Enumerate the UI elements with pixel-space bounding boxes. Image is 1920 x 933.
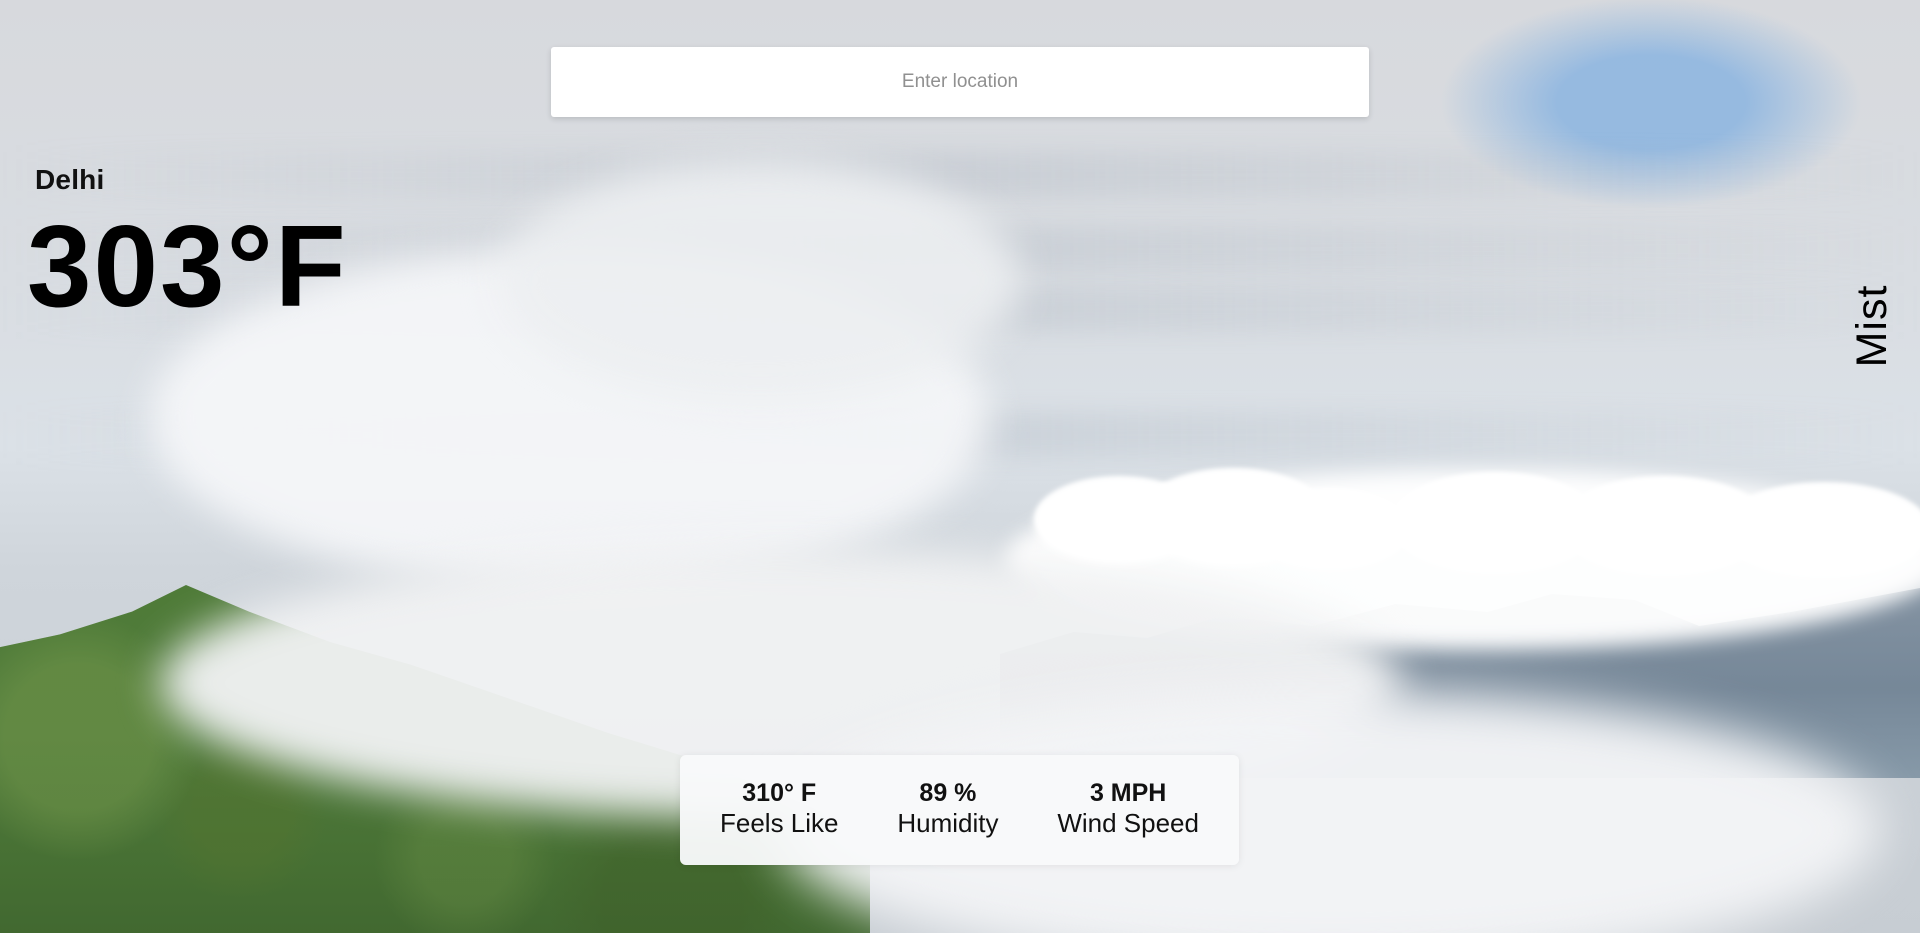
weather-condition: Mist [1847,284,1896,368]
wind-speed-label: Wind Speed [1057,808,1199,839]
white-cloud [1720,482,1920,576]
feels-like-stat: 310° F Feels Like [720,779,839,842]
weather-app: Delhi 303°F Mist 310° F Feels Like 89 % … [0,0,1920,933]
humidity-label: Humidity [897,808,999,839]
wind-speed-value: 3 MPH [1089,778,1167,807]
white-cloud [1250,488,1410,568]
humidity-stat: 89 % Humidity [897,779,998,842]
wind-speed-stat: 3 MPH Wind Speed [1057,779,1199,842]
feels-like-label: Feels Like [720,808,839,839]
temperature-display: 303°F [27,201,348,331]
humidity-value: 89 % [919,778,977,807]
sky-cloud-band [0,152,1920,198]
fog-cloud [500,160,1020,400]
city-name: Delhi [35,164,105,195]
weather-stats-card: 310° F Feels Like 89 % Humidity 3 MPH Wi… [680,755,1239,865]
location-search-box[interactable] [551,47,1369,117]
feels-like-value: 310° F [742,778,817,807]
location-input[interactable] [551,47,1369,117]
